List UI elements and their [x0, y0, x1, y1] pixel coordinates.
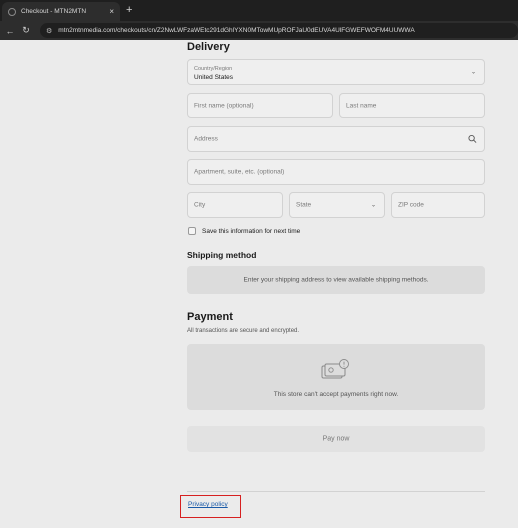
- zip-placeholder: ZIP code: [398, 201, 424, 209]
- country-region-label: Country/Region: [194, 66, 233, 72]
- country-region-select[interactable]: Country/Region United States ⌄: [187, 59, 485, 85]
- payment-heading: Payment: [187, 311, 233, 323]
- shipping-method-message: Enter your shipping address to view avai…: [243, 276, 429, 284]
- country-region-value: United States: [194, 74, 234, 81]
- shipping-method-notice: Enter your shipping address to view avai…: [187, 266, 485, 294]
- zip-field[interactable]: ZIP code: [391, 192, 485, 218]
- first-name-field[interactable]: First name (optional): [187, 93, 333, 118]
- payment-unavailable-box: This store can't accept payments right n…: [187, 344, 485, 410]
- apartment-placeholder: Apartment, suite, etc. (optional): [194, 168, 285, 176]
- state-select[interactable]: State ⌄: [289, 192, 385, 218]
- address-placeholder: Address: [194, 135, 218, 143]
- footer-divider: [187, 491, 485, 492]
- payment-subtitle: All transactions are secure and encrypte…: [187, 328, 300, 334]
- back-arrow-icon[interactable]: ←: [2, 26, 18, 36]
- new-tab-icon[interactable]: +: [126, 3, 132, 17]
- chevron-down-icon: ⌄: [470, 69, 476, 76]
- site-favicon-icon: [8, 7, 16, 16]
- pay-now-button[interactable]: Pay now: [187, 426, 485, 452]
- search-icon[interactable]: [468, 134, 477, 144]
- site-settings-icon[interactable]: ⚙: [46, 27, 52, 35]
- shipping-method-heading: Shipping method: [187, 250, 257, 260]
- pay-now-label: Pay now: [322, 435, 350, 443]
- browser-tab[interactable]: Checkout - MTN2MTN ×: [2, 2, 120, 21]
- delivery-heading: Delivery: [187, 41, 230, 53]
- browser-tab-bar: Checkout - MTN2MTN × +: [0, 0, 518, 21]
- tab-title: Checkout - MTN2MTN: [21, 8, 87, 15]
- city-placeholder: City: [194, 201, 206, 209]
- url-text[interactable]: mtn2mtnmedia.com/checkouts/cn/Z2NwLWFzaW…: [58, 27, 414, 34]
- save-info-label[interactable]: Save this information for next time: [202, 228, 300, 235]
- apartment-field[interactable]: Apartment, suite, etc. (optional): [187, 159, 485, 185]
- state-placeholder: State: [296, 201, 312, 209]
- last-name-field[interactable]: Last name: [339, 93, 485, 118]
- save-info-checkbox[interactable]: [188, 227, 196, 235]
- privacy-policy-link[interactable]: Privacy policy: [188, 501, 228, 508]
- last-name-placeholder: Last name: [346, 102, 377, 109]
- first-name-placeholder: First name (optional): [194, 102, 254, 109]
- url-field[interactable]: ⚙ mtn2mtnmedia.com/checkouts/cn/Z2NwLWFz…: [40, 23, 518, 38]
- tab-close-icon[interactable]: ×: [109, 7, 114, 16]
- payment-unavailable-message: This store can't accept payments right n…: [273, 391, 399, 398]
- city-field[interactable]: City: [187, 192, 283, 218]
- address-bar-row: ← ↻ ⚙ mtn2mtnmedia.com/checkouts/cn/Z2Nw…: [0, 21, 518, 40]
- card-alert-icon: [321, 359, 349, 379]
- reload-icon[interactable]: ↻: [18, 25, 34, 36]
- address-field[interactable]: Address: [187, 126, 485, 152]
- chevron-down-icon: ⌄: [370, 202, 376, 209]
